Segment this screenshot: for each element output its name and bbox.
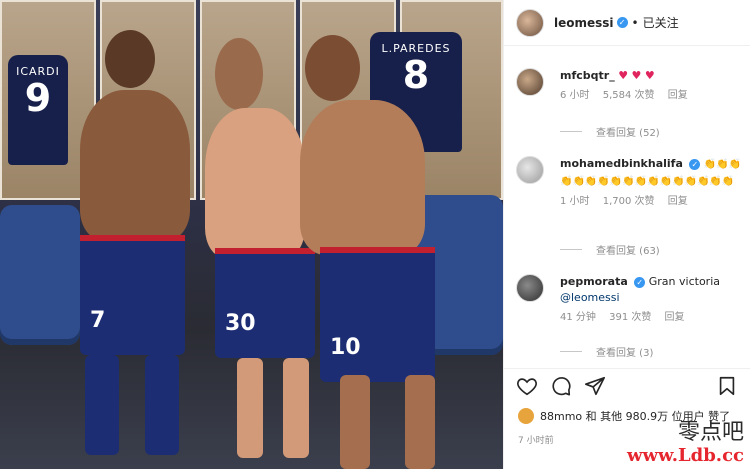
comment-username[interactable]: pepmorata	[560, 275, 628, 288]
view-replies[interactable]: 查看回复 (63)	[560, 242, 660, 257]
post-panel: leomessi ✓ • 已关注 mfcbqtr_ ♥ ♥ ♥ 6 小时 5,5…	[503, 0, 750, 469]
comment-text: Gran victoria	[648, 275, 720, 288]
watermark-cn: 零点吧	[677, 420, 744, 445]
separator-dot: •	[631, 15, 639, 30]
post-header: leomessi ✓ • 已关注	[504, 0, 750, 46]
post-time: 7 小时前	[518, 436, 554, 446]
divider	[560, 351, 582, 352]
following-button[interactable]: 已关注	[643, 14, 679, 31]
comment-body: pepmorata ✓ Gran victoria @leomessi 41 分…	[560, 274, 746, 326]
comment-likes[interactable]: 5,584 次赞	[603, 90, 655, 101]
player-shorts: 10	[320, 247, 435, 382]
player-head	[305, 35, 360, 101]
view-replies-label[interactable]: 查看回复 (52)	[596, 124, 660, 139]
avatar	[518, 408, 534, 424]
verified-icon: ✓	[634, 276, 646, 288]
verified-icon: ✓	[689, 158, 701, 170]
reply-button[interactable]: 回复	[668, 90, 688, 101]
player-right: 10	[295, 35, 495, 469]
heart-emoji: ♥ ♥ ♥	[618, 69, 655, 82]
heart-icon[interactable]	[516, 375, 538, 397]
mention-link[interactable]: @leomessi	[560, 291, 620, 304]
comment-meta: 1 小时 1,700 次赞 回复	[560, 194, 746, 210]
comment-icon[interactable]	[550, 375, 572, 397]
watermark-url: www.Ldb.cc	[627, 445, 744, 466]
comment-likes[interactable]: 391 次赞	[609, 312, 651, 323]
shorts-number: 10	[330, 335, 361, 360]
reply-button[interactable]: 回复	[668, 196, 688, 207]
player-leg	[237, 358, 263, 458]
action-bar	[504, 368, 750, 401]
player-left: 7	[35, 30, 205, 469]
comment-time: 41 分钟	[560, 312, 596, 323]
bookmark-icon[interactable]	[716, 375, 738, 397]
comment-username[interactable]: mohamedbinkhalifa	[560, 157, 683, 170]
post-username[interactable]: leomessi	[554, 16, 614, 30]
avatar[interactable]	[516, 68, 544, 96]
comment-body: mohamedbinkhalifa ✓ 👏👏👏👏👏👏👏👏👏👏👏👏👏👏👏👏👏 1 …	[560, 156, 746, 210]
player-torso	[300, 100, 425, 255]
comment-body: mfcbqtr_ ♥ ♥ ♥ 6 小时 5,584 次赞 回复	[560, 68, 746, 104]
avatar[interactable]	[516, 8, 544, 37]
view-replies[interactable]: 查看回复 (3)	[560, 344, 653, 359]
comment-time: 1 小时	[560, 196, 590, 207]
divider	[560, 131, 582, 132]
player-leg	[85, 355, 119, 455]
divider	[560, 249, 582, 250]
verified-icon: ✓	[616, 17, 628, 28]
comment-time: 6 小时	[560, 90, 590, 101]
view-replies-label[interactable]: 查看回复 (63)	[596, 242, 660, 257]
comment-meta: 6 小时 5,584 次赞 回复	[560, 88, 746, 104]
shorts-number: 7	[90, 308, 106, 333]
comment-meta: 41 分钟 391 次赞 回复	[560, 310, 746, 326]
view-replies[interactable]: 查看回复 (52)	[560, 124, 660, 139]
view-replies-label[interactable]: 查看回复 (3)	[596, 344, 653, 359]
comment-username[interactable]: mfcbqtr_	[560, 69, 615, 82]
player-leg	[145, 355, 179, 455]
player-torso	[205, 108, 305, 258]
player-head	[105, 30, 155, 88]
reply-button[interactable]: 回复	[665, 312, 685, 323]
watermark: 零点吧 www.Ldb.cc	[627, 420, 744, 466]
comment-likes[interactable]: 1,700 次赞	[603, 196, 655, 207]
player-shorts: 7	[80, 235, 185, 355]
share-icon[interactable]	[584, 375, 606, 397]
shorts-number: 30	[225, 311, 256, 336]
player-head	[215, 38, 263, 110]
player-torso	[80, 90, 190, 240]
player-leg	[405, 375, 435, 469]
avatar[interactable]	[516, 274, 544, 302]
avatar[interactable]	[516, 156, 544, 184]
player-leg	[340, 375, 370, 469]
post-photo[interactable]: ICARDI 9 L.PAREDES 8 7 30 10	[0, 0, 503, 469]
